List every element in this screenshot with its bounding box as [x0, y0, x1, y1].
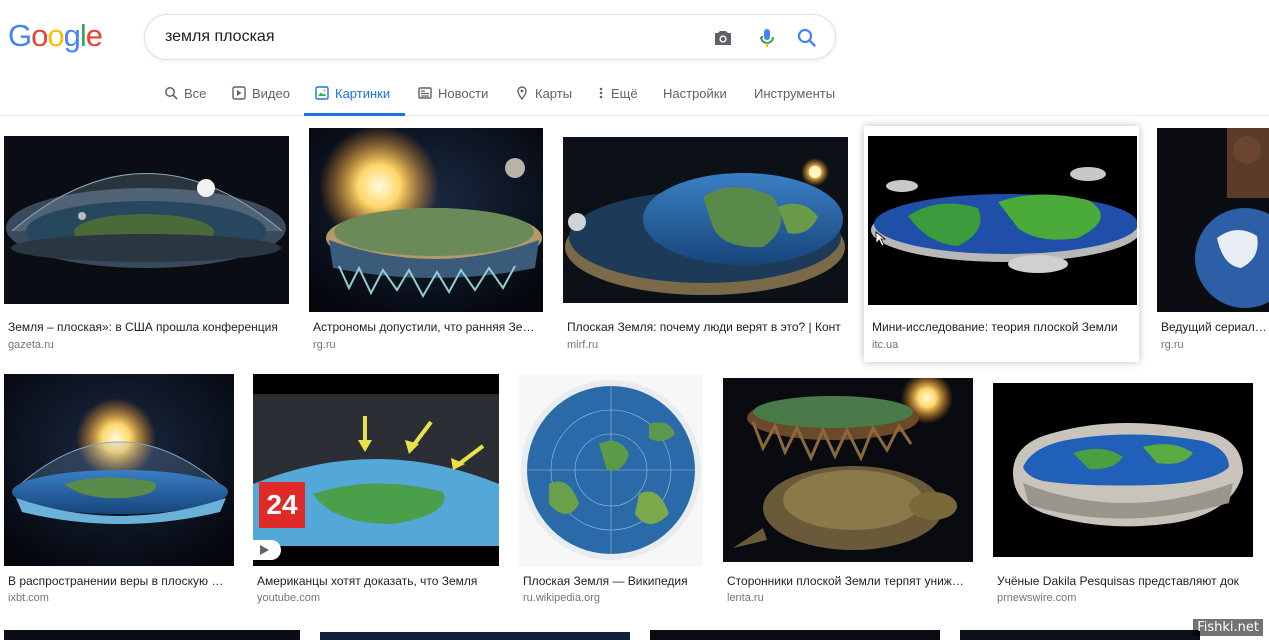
news-icon	[418, 86, 432, 100]
result-thumbnail[interactable]	[723, 378, 973, 562]
image-result[interactable]: Плоская Земля — Википедия ru.wikipedia.o…	[519, 374, 703, 608]
tab-label: Картинки	[335, 85, 391, 101]
image-result[interactable]	[320, 632, 630, 640]
result-thumbnail[interactable]	[4, 136, 289, 304]
result-source: lenta.ru	[727, 592, 764, 604]
tab-label: Все	[184, 85, 207, 101]
search-tabs: Все Видео Картинки Новости Карты Ещё Нас…	[0, 70, 1269, 116]
image-icon	[315, 86, 329, 100]
tab-label: Видео	[252, 85, 290, 101]
result-source: youtube.com	[257, 592, 320, 604]
result-thumbnail[interactable]	[993, 383, 1253, 557]
result-thumbnail[interactable]	[563, 137, 848, 303]
image-result[interactable]: Мини-исследование: теория плоской Земли …	[864, 126, 1139, 362]
result-source: rg.ru	[313, 339, 336, 351]
image-result[interactable]: Ведущий сериала " rg.ru	[1157, 128, 1269, 354]
tab-video[interactable]: Видео	[232, 70, 290, 116]
logo-letter: G	[8, 18, 32, 53]
channel-logo-24: 24	[259, 482, 305, 528]
result-thumbnail[interactable]	[868, 136, 1137, 305]
result-caption[interactable]: Астрономы допустили, что ранняя Земля	[313, 320, 539, 334]
google-logo[interactable]: Google	[8, 18, 103, 54]
play-icon	[260, 545, 269, 555]
result-caption[interactable]: В распространении веры в плоскую Землю	[8, 574, 230, 588]
result-caption[interactable]: Учёные Dakila Pesquisas представляют док	[997, 574, 1249, 588]
result-thumbnail[interactable]: 24	[253, 374, 499, 566]
result-source: ru.wikipedia.org	[523, 592, 601, 604]
tab-label: Ещё	[611, 85, 638, 101]
tab-images[interactable]: Картинки	[304, 70, 405, 116]
result-source: prnewswire.com	[997, 592, 1077, 604]
logo-letter: g	[63, 18, 81, 53]
result-source: rg.ru	[1161, 339, 1184, 351]
result-caption[interactable]: Плоская Земля: почему люди верят в это? …	[567, 320, 844, 334]
logo-letter: e	[85, 18, 103, 53]
image-result[interactable]: 24 Американцы хотят доказать, что Земля …	[253, 374, 499, 608]
more-dots-icon	[597, 86, 605, 100]
tab-news[interactable]: Новости	[418, 70, 488, 116]
play-icon	[232, 86, 246, 100]
tab-label: Инструменты	[754, 85, 836, 101]
search-icon	[164, 86, 178, 100]
image-result[interactable]	[4, 630, 300, 640]
image-result[interactable]: В распространении веры в плоскую Землю i…	[4, 374, 234, 608]
video-play-badge	[253, 540, 281, 560]
image-result[interactable]: Плоская Земля: почему люди верят в это? …	[563, 128, 848, 354]
result-thumbnail[interactable]	[519, 374, 703, 566]
result-caption[interactable]: Ведущий сериала "	[1161, 320, 1269, 334]
result-caption[interactable]: Плоская Земля — Википедия	[523, 574, 703, 588]
watermark: Fishki.net	[1193, 619, 1263, 636]
image-result[interactable]: Земля – плоская»: в США прошла конференц…	[4, 128, 290, 354]
image-result[interactable]	[960, 630, 1200, 640]
logo-letter: o	[31, 18, 48, 53]
tab-all[interactable]: Все	[164, 70, 206, 116]
tab-label: Карты	[535, 85, 573, 101]
logo-letter: o	[47, 18, 64, 53]
tab-settings[interactable]: Настройки	[663, 70, 727, 116]
image-result[interactable]: Учёные Dakila Pesquisas представляют док…	[993, 374, 1253, 608]
result-source: ixbt.com	[8, 592, 49, 604]
result-caption[interactable]: Американцы хотят доказать, что Земля	[257, 574, 495, 588]
microphone-icon[interactable]	[755, 26, 779, 50]
tab-more[interactable]: Ещё	[597, 70, 638, 116]
map-pin-icon	[515, 86, 529, 101]
tab-label: Новости	[438, 85, 489, 101]
result-source: gazeta.ru	[8, 339, 54, 351]
image-result[interactable]	[650, 630, 940, 640]
camera-icon[interactable]	[711, 26, 735, 50]
result-caption[interactable]: Земля – плоская»: в США прошла конференц…	[8, 320, 286, 334]
result-caption[interactable]: Сторонники плоской Земли терпят унижение	[727, 574, 969, 588]
search-box	[144, 14, 836, 60]
result-source: mirf.ru	[567, 339, 599, 351]
image-result[interactable]: Сторонники плоской Земли терпят унижение…	[723, 374, 973, 608]
image-result[interactable]: Астрономы допустили, что ранняя Земля rg…	[309, 128, 543, 354]
result-caption[interactable]: Мини-исследование: теория плоской Земли	[872, 320, 1134, 334]
result-thumbnail[interactable]	[1157, 128, 1269, 312]
result-thumbnail[interactable]	[309, 128, 543, 312]
search-input[interactable]	[165, 25, 685, 49]
tab-label: Настройки	[663, 85, 727, 101]
result-thumbnail[interactable]	[4, 374, 234, 566]
tab-maps[interactable]: Карты	[515, 70, 572, 116]
tab-tools[interactable]: Инструменты	[754, 70, 835, 116]
search-icon[interactable]	[795, 26, 819, 50]
result-source: itc.ua	[872, 339, 899, 351]
